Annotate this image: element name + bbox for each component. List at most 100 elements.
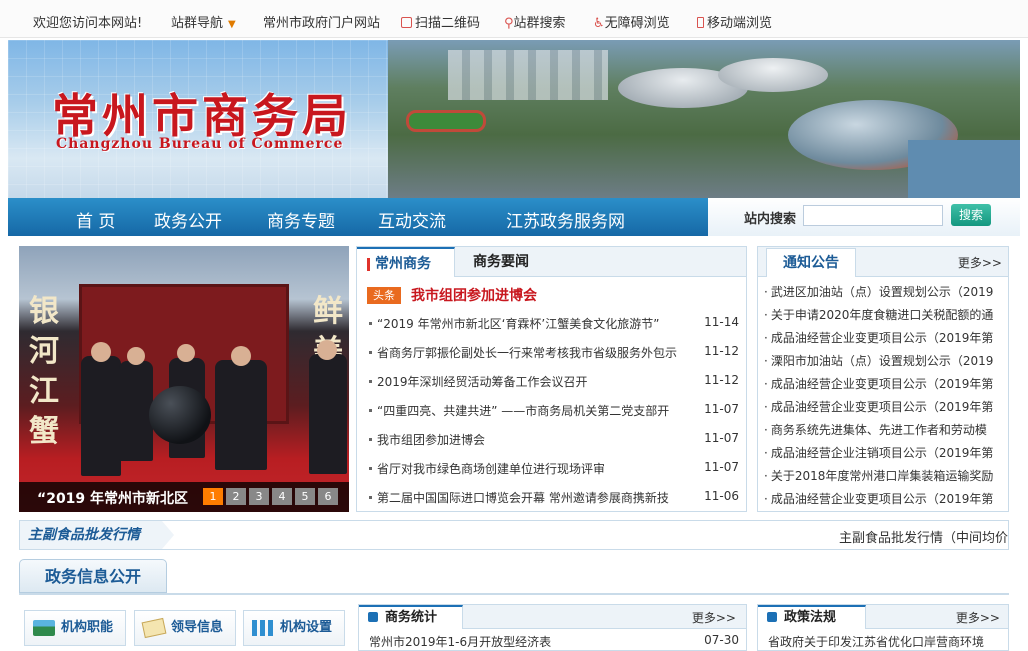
site-search: 站内搜索 搜索 [708,198,1020,236]
qr-link[interactable]: 扫描二维码 [401,12,480,31]
photo-text: 河 [29,334,59,369]
slideshow-page-1[interactable]: 1 [203,488,223,505]
search-input[interactable] [803,205,943,226]
org-functions-button[interactable]: 机构职能 [24,610,126,646]
gov-portal-link[interactable]: 常州市政府门户网站 [263,12,380,31]
list-item[interactable]: 我市组团参加进博会 11-07 [369,431,739,451]
site-search-label: 站群搜索 [513,16,566,31]
list-item[interactable]: 成品油经营企业注销项目公示（2019年第 [764,444,1004,464]
news-title: “2019 年常州市新北区‘育霖杯’江蟹美食文化旅游节” [377,317,660,331]
news-slideshow[interactable]: 银 河 江 蟹 鲜 美 “2019 年常州市新北区 1 2 3 4 5 6 [19,246,349,512]
list-item[interactable]: 成品油经营企业变更项目公示（2019年第 [764,398,1004,418]
list-item[interactable]: 常州市2019年1-6月开放型经济表 07-30 [369,633,739,650]
nav-item-interaction[interactable]: 互动交流 [378,207,446,232]
news-title: 省商务厅郭振伦副处长一行来常考核我市省级服务外包示 [377,346,677,360]
tab-changzhou-commerce[interactable]: 常州商务 [357,247,455,277]
list-item[interactable]: 关于2018年度常州港口岸集装箱运输奖励 [764,467,1004,487]
stats-more-link[interactable]: 更多>> [692,609,736,626]
news-title: 2019年深圳经贸活动筹备工作会议召开 [377,375,588,389]
search-icon: ⚲ [504,16,514,31]
person [81,356,121,476]
site-subtitle: Changzhou Bureau of Commerce [56,136,344,152]
notice-header: 通知公告 更多>> [758,247,1008,277]
building-icon [33,620,55,636]
stats-title[interactable]: 商务统计 [359,605,463,629]
ticker-text[interactable]: 主副食品批发行情（中间均价 [839,527,1008,546]
policy-header: 政策法规 更多>> [758,605,1008,629]
nav-item-jiangsu-service[interactable]: 江苏政务服务网 [506,207,625,232]
site-nav-link[interactable]: 站群导航 ▼ [171,12,236,31]
news-title: 我市组团参加进博会 [377,433,486,447]
nav-item-topics[interactable]: 商务专题 [267,207,335,232]
list-item[interactable]: 溧阳市加油站（点）设置规划公示（2019 [764,352,1004,372]
site-nav-label: 站群导航 [171,16,224,31]
launch-ball [149,386,211,444]
news-panel: 常州商务 商务要闻 头条 我市组团参加进博会 “2019 年常州市新北区‘育霖杯’… [356,246,747,512]
accessible-link[interactable]: ♿无障碍浏览 [593,12,670,31]
policy-title[interactable]: 政策法规 [758,605,866,629]
list-item[interactable]: “四重四亮、共建共进” ——市商务局机关第二党支部开 11-07 [369,402,739,422]
nav-item-gov-affairs[interactable]: 政务公开 [154,207,222,232]
policy-more-link[interactable]: 更多>> [956,609,1000,626]
slideshow-page-5[interactable]: 5 [295,488,315,505]
org-structure-label: 机构设置 [280,620,333,635]
headline[interactable]: 头条 我市组团参加进博会 [367,285,537,305]
news-date: 11-12 [704,373,739,387]
list-item[interactable]: 关于申请2020年度食糖进口关税配额的通 [764,306,1004,326]
mobile-link[interactable]: 移动端浏览 [697,12,772,31]
slideshow-page-3[interactable]: 3 [249,488,269,505]
stats-item-date: 07-30 [704,633,739,647]
org-structure-button[interactable]: 机构设置 [243,610,345,646]
photo-text: 江 [29,374,59,409]
list-item[interactable]: 省厅对我市绿色商场创建单位进行现场评审 11-07 [369,460,739,480]
person-head [91,342,111,362]
mobile-icon [697,17,704,28]
person [119,361,153,461]
stats-header: 商务统计 更多>> [359,605,746,629]
qr-label: 扫描二维码 [415,16,481,31]
list-item[interactable]: 商务系统先进集体、先进工作者和劳动模 [764,421,1004,441]
document-icon [141,617,167,639]
tab-commerce-news[interactable]: 商务要闻 [473,247,529,277]
ticker-label[interactable]: 主副食品批发行情 [20,521,174,549]
river [908,140,1020,198]
news-title: 省厅对我市绿色商场创建单位进行现场评审 [377,462,606,476]
search-label: 站内搜索 [744,212,797,227]
slideshow-caption: “2019 年常州市新北区 [37,491,189,507]
chart-icon [252,620,274,636]
photo-text: 银 [29,294,59,329]
list-item[interactable]: 武进区加油站（点）设置规划公示（2019 [764,283,1004,303]
list-item[interactable]: 2019年深圳经贸活动筹备工作会议召开 11-12 [369,373,739,393]
photo-text: 蟹 [29,414,59,449]
news-title: “四重四亮、共建共进” ——市商务局机关第二党支部开 [377,404,670,418]
notice-title[interactable]: 通知公告 [766,248,856,277]
news-date: 11-07 [704,402,739,416]
list-item[interactable]: 省政府关于印发江苏省优化口岸营商环境 [768,633,1004,650]
list-item[interactable]: “2019 年常州市新北区‘育霖杯’江蟹美食文化旅游节” 11-14 [369,315,739,335]
leader-info-label: 领导信息 [171,620,224,635]
list-item[interactable]: 成品油经营企业变更项目公示（2019年第 [764,375,1004,395]
person-head [231,346,251,366]
slideshow-page-6[interactable]: 6 [318,488,338,505]
list-item[interactable]: 成品油经营企业变更项目公示（2019年第 [764,490,1004,510]
notice-more-link[interactable]: 更多>> [958,254,1002,271]
mobile-label: 移动端浏览 [707,16,773,31]
list-item[interactable]: 省商务厅郭振伦副处长一行来常考核我市省级服务外包示 11-12 [369,344,739,364]
site-search-link[interactable]: ⚲站群搜索 [504,12,566,31]
news-date: 11-12 [704,344,739,358]
qr-icon [401,17,412,28]
news-date: 11-07 [704,460,739,474]
nav-item-home[interactable]: 首 页 [76,207,115,232]
news-tabs: 常州商务 商务要闻 [357,247,746,277]
market-ticker: 主副食品批发行情 主副食品批发行情（中间均价 [19,520,1009,550]
notice-panel: 通知公告 更多>> 武进区加油站（点）设置规划公示（2019 关于申请2020年… [757,246,1009,512]
search-button[interactable]: 搜索 [951,204,991,226]
leader-info-button[interactable]: 领导信息 [134,610,236,646]
news-title: 第二届中国国际进口博览会开幕 常州邀请参展商携新技 [377,491,669,505]
slideshow-page-4[interactable]: 4 [272,488,292,505]
person [309,354,347,474]
policy-panel: 政策法规 更多>> 省政府关于印发江苏省优化口岸营商环境 [757,604,1009,651]
list-item[interactable]: 成品油经营企业变更项目公示（2019年第 [764,329,1004,349]
list-item[interactable]: 第二届中国国际进口博览会开幕 常州邀请参展商携新技 11-06 [369,489,739,509]
slideshow-page-2[interactable]: 2 [226,488,246,505]
